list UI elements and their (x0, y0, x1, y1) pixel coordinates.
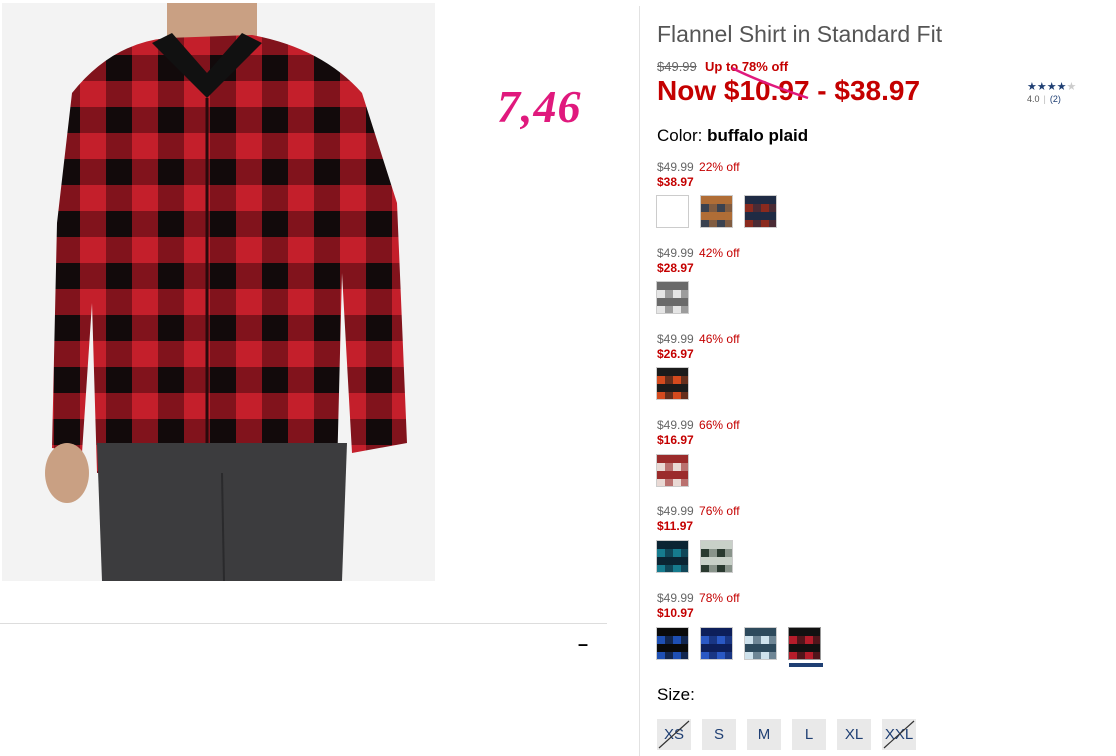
price-tier: $49.99 46% off $26.97 (657, 332, 740, 361)
tier-original-price: $49.99 (657, 418, 694, 432)
swatch-row (656, 627, 821, 660)
size-label: Size: (657, 685, 695, 704)
swatch-light-blue-plaid[interactable] (744, 627, 777, 660)
swatch-row (656, 281, 689, 314)
tier-discount: 66% off (699, 418, 740, 432)
size-option-label: XL (844, 726, 864, 743)
swatch-white-plaid[interactable] (656, 281, 689, 314)
tier-original-price: $49.99 (657, 504, 694, 518)
size-selector: XS S M L XL XXL (657, 719, 916, 750)
swatch-buffalo-plaid[interactable] (788, 627, 821, 660)
selected-color-name: buffalo plaid (707, 126, 809, 145)
tier-discount: 76% off (699, 504, 740, 518)
star-rating-icon: ★★★★★ (1027, 81, 1077, 93)
swatch-cream-red-plaid[interactable] (656, 454, 689, 487)
tier-discount: 22% off (699, 160, 740, 174)
size-option-s[interactable]: S (702, 719, 736, 750)
size-option-m[interactable]: M (747, 719, 781, 750)
size-option-l[interactable]: L (792, 719, 826, 750)
swatch-row (656, 367, 689, 400)
section-divider (0, 623, 607, 624)
swatch-row (656, 454, 689, 487)
tier-sale-price: $16.97 (657, 433, 694, 447)
swatch-royal-blue-plaid[interactable] (700, 627, 733, 660)
rating-value: 4.0 (1027, 94, 1040, 104)
swatch-olive-plaid[interactable] (656, 195, 689, 228)
color-label: Color: buffalo plaid (657, 126, 809, 145)
selected-swatch-indicator (789, 663, 823, 667)
price-scribble-mark (731, 66, 809, 100)
collapse-button[interactable]: – (578, 634, 588, 655)
tier-original-price: $49.99 (657, 332, 694, 346)
tier-original-price: $49.99 (657, 591, 694, 605)
product-image (2, 3, 435, 581)
swatch-row (656, 540, 733, 573)
tier-sale-price: $11.97 (657, 519, 694, 533)
price-tier: $49.99 78% off $10.97 (657, 591, 740, 620)
original-price: $49.99 (657, 59, 697, 74)
handwritten-annotation: 7,46 (497, 81, 582, 132)
tier-discount: 42% off (699, 246, 740, 260)
column-divider (639, 6, 640, 756)
tier-sale-price: $10.97 (657, 606, 694, 620)
swatch-teal-plaid[interactable] (656, 540, 689, 573)
tier-sale-price: $26.97 (657, 347, 694, 361)
price-tier: $49.99 22% off $38.97 (657, 160, 740, 189)
swatch-grey-plaid[interactable] (700, 195, 733, 228)
tier-discount: 46% off (699, 332, 740, 346)
tier-sale-price: $28.97 (657, 261, 694, 275)
tier-original-price: $49.99 (657, 246, 694, 260)
product-title: Flannel Shirt in Standard Fit (657, 21, 943, 47)
unavailable-strike-icon (883, 720, 915, 749)
unavailable-strike-icon (658, 720, 690, 749)
swatch-green-plaid[interactable] (700, 540, 733, 573)
size-option-label: S (713, 726, 724, 743)
swatch-blue-black-plaid[interactable] (656, 627, 689, 660)
size-option-label: M (757, 726, 771, 743)
price-tier: $49.99 76% off $11.97 (657, 504, 740, 533)
size-option-label: L (804, 726, 814, 743)
tier-discount: 78% off (699, 591, 740, 605)
swatch-row (656, 195, 777, 228)
tier-original-price: $49.99 (657, 160, 694, 174)
rating-widget[interactable]: ★★★★★ 4.0 | (2) (1027, 80, 1076, 104)
price-tier: $49.99 42% off $28.97 (657, 246, 740, 275)
review-count-link[interactable]: (2) (1050, 94, 1061, 104)
size-option-xl[interactable]: XL (837, 719, 871, 750)
swatch-red-navy-plaid[interactable] (744, 195, 777, 228)
swatch-orange-plaid[interactable] (656, 367, 689, 400)
size-option-xs[interactable]: XS (657, 719, 691, 750)
price-tier: $49.99 66% off $16.97 (657, 418, 740, 447)
size-option-xxl[interactable]: XXL (882, 719, 916, 750)
tier-sale-price: $38.97 (657, 175, 694, 189)
